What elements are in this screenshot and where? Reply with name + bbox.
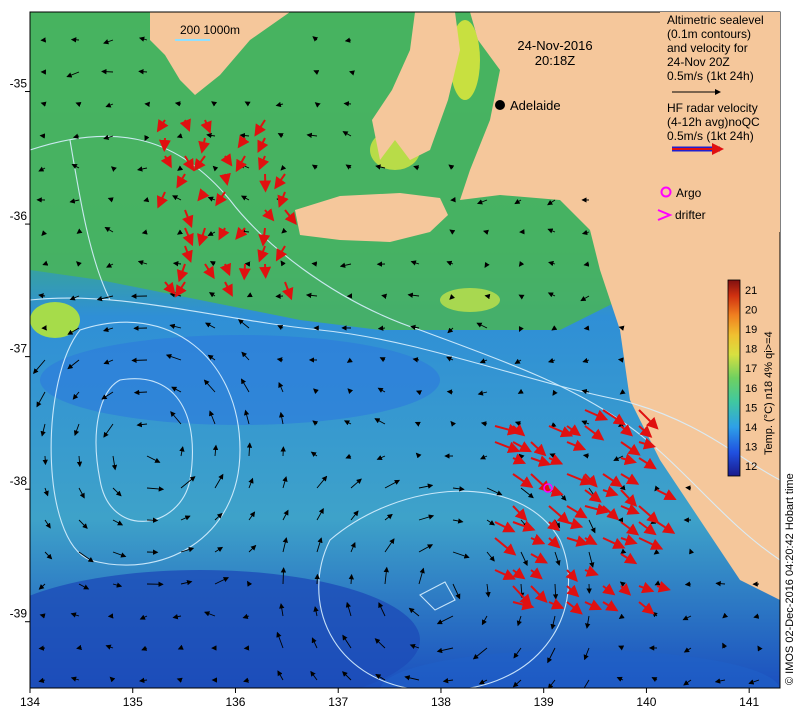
colorbar-tick-label: 17 — [745, 363, 757, 375]
cold-region-south — [30, 570, 420, 688]
lon-tick-label: 135 — [123, 695, 143, 709]
lon-tick-label: 141 — [739, 695, 759, 709]
colorbar-tick-label: 18 — [745, 344, 757, 356]
altimetry-arrow — [381, 293, 387, 299]
warm-patch-shelf — [440, 288, 500, 312]
legend-alt-line-4: 24-Nov 20Z — [667, 55, 730, 69]
colorbar-tick-label: 20 — [745, 304, 757, 316]
lat-tick-label: -38 — [10, 474, 28, 488]
colorbar-tick-label: 13 — [745, 442, 757, 454]
warm-patch-west — [30, 302, 80, 338]
altimetry-arrow — [617, 357, 624, 363]
legend-argo-label: Argo — [676, 186, 702, 200]
lat-tick-label: -39 — [10, 607, 28, 621]
lat-tick-label: -37 — [10, 342, 28, 356]
lon-tick-label: 134 — [20, 695, 40, 709]
adelaide-label: Adelaide — [510, 98, 561, 113]
altimetry-arrow — [348, 573, 355, 585]
altimetry-arrow — [583, 325, 590, 331]
colorbar-tick-label: 14 — [745, 422, 757, 434]
legend-alt-line-1: Altimetric sealevel — [667, 13, 764, 27]
lat-tick-label: -36 — [10, 209, 28, 223]
scale-bar-label: 200 1000m — [180, 23, 240, 37]
altimetry-arrow — [38, 645, 46, 651]
adelaide-marker — [495, 100, 505, 110]
hf-radar-arrow — [158, 137, 171, 152]
altimetry-arrow — [377, 325, 386, 331]
lon-tick-label: 140 — [636, 695, 656, 709]
legend-alt-line-3: and velocity for — [667, 41, 748, 55]
legend: Altimetric sealevel (0.1m contours) and … — [657, 12, 780, 232]
lon-tick-label: 138 — [431, 695, 451, 709]
legend-drifter-label: drifter — [675, 208, 706, 222]
altimetry-arrow — [101, 68, 114, 75]
lon-tick-label: 139 — [534, 695, 554, 709]
legend-alt-line-5: 0.5m/s (1kt 24h) — [667, 69, 754, 83]
hf-radar-arrow — [259, 173, 272, 193]
map-date: 24-Nov-2016 — [517, 38, 592, 53]
lon-tick-label: 136 — [225, 695, 245, 709]
colorbar-ramp — [727, 279, 741, 477]
legend-radar-line-2: (4-12h avg)noQC — [667, 115, 760, 129]
colorbar-tick-label: 15 — [745, 402, 757, 414]
hf-radar-arrow — [259, 263, 272, 279]
colorbar-tick-label: 12 — [745, 461, 757, 473]
colorbar-tick-label: 19 — [745, 324, 757, 336]
altimetry-arrow — [133, 389, 148, 396]
hf-radar-arrow — [238, 263, 251, 281]
sst-map: 134 135 136 137 138 139 140 141-35-36-37-38-39 … — [10, 11, 796, 709]
altimetry-arrow — [280, 567, 287, 585]
lat-tick-label: -35 — [10, 77, 28, 91]
colorbar-tick-label: 16 — [745, 383, 757, 395]
colorbar-tick-label: 21 — [745, 285, 757, 297]
legend-alt-line-2: (0.1m contours) — [667, 27, 751, 41]
legend-radar-line-1: HF radar velocity — [667, 101, 758, 115]
legend-radar-line-3: 0.5m/s (1kt 24h) — [667, 129, 754, 143]
credit-text: © IMOS 02-Dec-2016 04:20:42 Hobart time — [784, 473, 796, 685]
altimetry-arrow — [311, 261, 318, 267]
colorbar-label: Temp. (°C) n18 4% qi>=4 — [763, 331, 775, 455]
lon-tick-label: 137 — [328, 695, 348, 709]
altimetry-arrow — [343, 101, 352, 107]
map-time: 20:18Z — [535, 53, 576, 68]
